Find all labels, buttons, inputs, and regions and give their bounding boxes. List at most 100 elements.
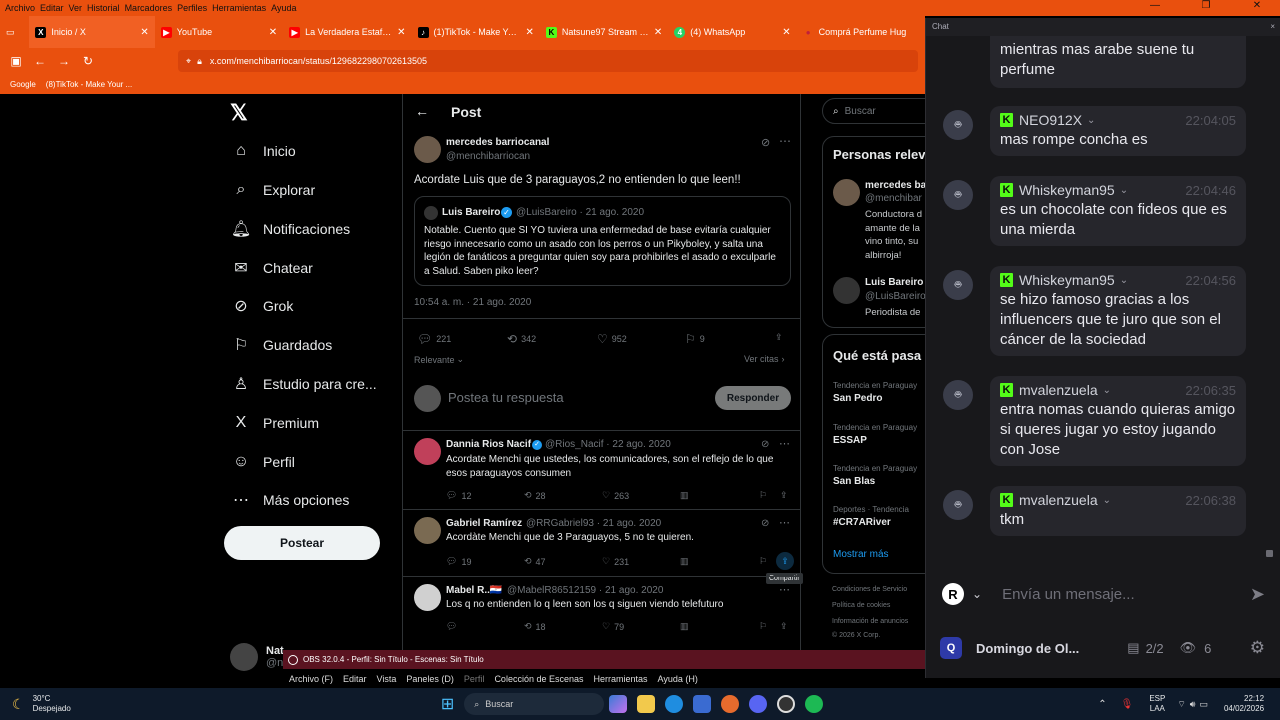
maximize-icon[interactable]: ❐	[1183, 0, 1229, 11]
close-tab-icon[interactable]: ✕	[526, 27, 534, 38]
quote-card[interactable]: Luis Bareiro ✓ @LuisBareiro · 21 ago. 20…	[414, 196, 791, 286]
weather-widget[interactable]: 30°C Despejado	[33, 694, 71, 714]
taskbar-search[interactable]: ⌕ Buscar	[464, 693, 605, 715]
x-logo-icon[interactable]: 𝕏	[230, 100, 248, 126]
close-tab-icon[interactable]: ✕	[269, 27, 277, 38]
close-tab-icon[interactable]: ✕	[397, 27, 405, 38]
share-icon[interactable]: ⇪	[780, 490, 788, 501]
share-icon[interactable]: ⇪	[775, 332, 783, 343]
menu-archivo[interactable]: Archivo	[5, 3, 35, 13]
grok-icon[interactable]: ⊘	[761, 136, 770, 149]
obs-menu-coleccion[interactable]: Colección de Escenas	[494, 674, 583, 684]
nav-estudio[interactable]: ♙ Estudio para cre...	[230, 372, 377, 396]
store-icon[interactable]	[693, 695, 712, 713]
reply-input[interactable]: Postea tu respuesta	[448, 390, 564, 405]
reply-action[interactable]: 💬︎	[446, 621, 461, 632]
url-field[interactable]: ⌖ 🔒︎ x.com/menchibarriocan/status/129682…	[178, 50, 918, 72]
avatar[interactable]: 🤖︎	[943, 180, 973, 210]
avatar[interactable]	[414, 438, 441, 465]
battery-icon[interactable]: ▭	[1199, 699, 1208, 710]
share-icon[interactable]: ⇪	[776, 552, 794, 570]
trend-item[interactable]: ESSAP	[833, 435, 867, 446]
copilot-icon[interactable]	[609, 695, 628, 713]
obs-menu-vista[interactable]: Vista	[377, 674, 397, 684]
repost-action[interactable]: ⟲ 18	[524, 621, 546, 632]
chevron-down-icon[interactable]: ⌄	[972, 587, 982, 601]
reply-author[interactable]: Dannia Rios Nacif	[446, 439, 531, 450]
close-icon[interactable]: ×	[1270, 22, 1275, 31]
nav-inicio[interactable]: ⌂ Inicio	[230, 139, 296, 163]
obs-menu-archivo[interactable]: Archivo (F)	[289, 674, 333, 684]
language-indicator[interactable]: ESP LAA	[1149, 694, 1165, 714]
forward-icon[interactable]: →	[52, 54, 76, 68]
mic-icon[interactable]: 🎙︎	[1121, 699, 1134, 710]
nav-guardados[interactable]: ⚐ Guardados	[230, 333, 332, 357]
menu-historial[interactable]: Historial	[87, 3, 120, 13]
reply-action[interactable]: 💬︎ 12	[446, 490, 471, 501]
views-icon[interactable]: ▥	[680, 490, 689, 501]
wifi-icon[interactable]: ⌔	[1177, 699, 1185, 710]
menu-editar[interactable]: Editar	[40, 3, 64, 13]
reload-icon[interactable]: ↻	[76, 54, 100, 68]
tab-perfume[interactable]: ● Comprá Perfume Hug	[797, 16, 925, 48]
view-quotes-link[interactable]: Ver citas ›	[744, 354, 785, 364]
more-icon[interactable]: ⋯	[779, 437, 790, 450]
back-icon[interactable]: ←	[28, 54, 52, 68]
show-more-link[interactable]: Mostrar más	[833, 549, 889, 560]
tab-whatsapp[interactable]: 4 (4) WhatsApp ✕	[668, 16, 796, 48]
obs-menu-ayuda[interactable]: Ayuda (H)	[658, 674, 698, 684]
chat-input[interactable]: Envía un mensaje...	[1002, 586, 1135, 603]
send-icon[interactable]: ➤	[1250, 584, 1265, 605]
user-badge[interactable]: R	[942, 583, 964, 605]
trend-item[interactable]: San Pedro	[833, 393, 882, 404]
gear-icon[interactable]: ⚙	[1250, 638, 1265, 658]
views-icon[interactable]: ▥	[680, 556, 689, 567]
menu-ayuda[interactable]: Ayuda	[271, 3, 296, 13]
channel-avatar[interactable]: Q	[940, 637, 962, 659]
back-arrow-icon[interactable]: ←	[415, 103, 429, 119]
obs-menu-perfil[interactable]: Perfil	[464, 674, 485, 684]
menu-marcadores[interactable]: Marcadores	[125, 3, 173, 13]
avatar[interactable]: 🤖︎	[943, 270, 973, 300]
tab-tiktok[interactable]: ♪ (1)TikTok - Make Your Day✕	[412, 16, 540, 48]
footer-link[interactable]: Política de cookies	[832, 602, 890, 609]
repost-action[interactable]: ⟲ 28	[524, 490, 546, 501]
avatar[interactable]: 🤖︎	[943, 490, 973, 520]
post-author[interactable]: mercedes barriocanal	[446, 137, 549, 148]
bookmark-action[interactable]: ⚐ 9	[685, 332, 705, 346]
chat-username[interactable]: mvalenzuela	[1019, 382, 1098, 398]
bookmark-icon[interactable]: ⚐	[759, 556, 767, 567]
grok-icon[interactable]: ⊘	[761, 439, 769, 450]
sidebar-toggle-icon[interactable]: ▣	[4, 54, 28, 68]
relevance-selector[interactable]: Relevante ⌄	[414, 354, 464, 365]
edge-icon[interactable]	[665, 695, 684, 713]
more-icon[interactable]: ⋯	[779, 516, 790, 529]
close-tab-icon[interactable]: ✕	[782, 27, 790, 38]
like-action[interactable]: ♡ 952	[597, 332, 627, 346]
nav-grok[interactable]: ⊘ Grok	[230, 294, 293, 318]
firefox-icon[interactable]	[721, 695, 740, 713]
more-icon[interactable]: ⋯	[779, 134, 791, 148]
tab-estafa[interactable]: ▶ La Verdadera Estafa de la Pa✕	[283, 16, 411, 48]
reply-author[interactable]: Gabriel Ramírez	[446, 518, 522, 529]
repost-action[interactable]: ⟲ 342	[507, 332, 536, 346]
spotify-icon[interactable]	[805, 695, 824, 713]
close-tab-icon[interactable]: ✕	[654, 27, 662, 38]
repost-action[interactable]: ⟲ 47	[524, 556, 546, 567]
trend-item[interactable]: #CR7ARiver	[833, 517, 891, 528]
tab-inicio-x[interactable]: X Inicio / X ✕	[29, 16, 155, 48]
avatar[interactable]: 🤖︎	[943, 380, 973, 410]
chevron-up-icon[interactable]: ⌃	[1098, 699, 1106, 710]
nav-explorar[interactable]: ⌕ Explorar	[230, 178, 316, 202]
volume-icon[interactable]: 🔊︎	[1190, 699, 1196, 710]
avatar[interactable]	[833, 277, 860, 304]
views-icon[interactable]: ▥	[680, 621, 689, 632]
tab-youtube[interactable]: ▶ YouTube ✕	[155, 16, 283, 48]
nav-perfil[interactable]: ☺ Perfil	[230, 450, 295, 474]
chat-username[interactable]: NEO912X	[1019, 112, 1082, 128]
reply-action[interactable]: 💬︎ 221	[417, 332, 451, 346]
person-name[interactable]: Luis Bareiro	[865, 277, 923, 288]
avatar[interactable]: 🤖︎	[943, 110, 973, 140]
like-action[interactable]: ♡ 263	[602, 490, 629, 501]
reply-author[interactable]: Mabel R..🇵🇾	[446, 585, 502, 596]
